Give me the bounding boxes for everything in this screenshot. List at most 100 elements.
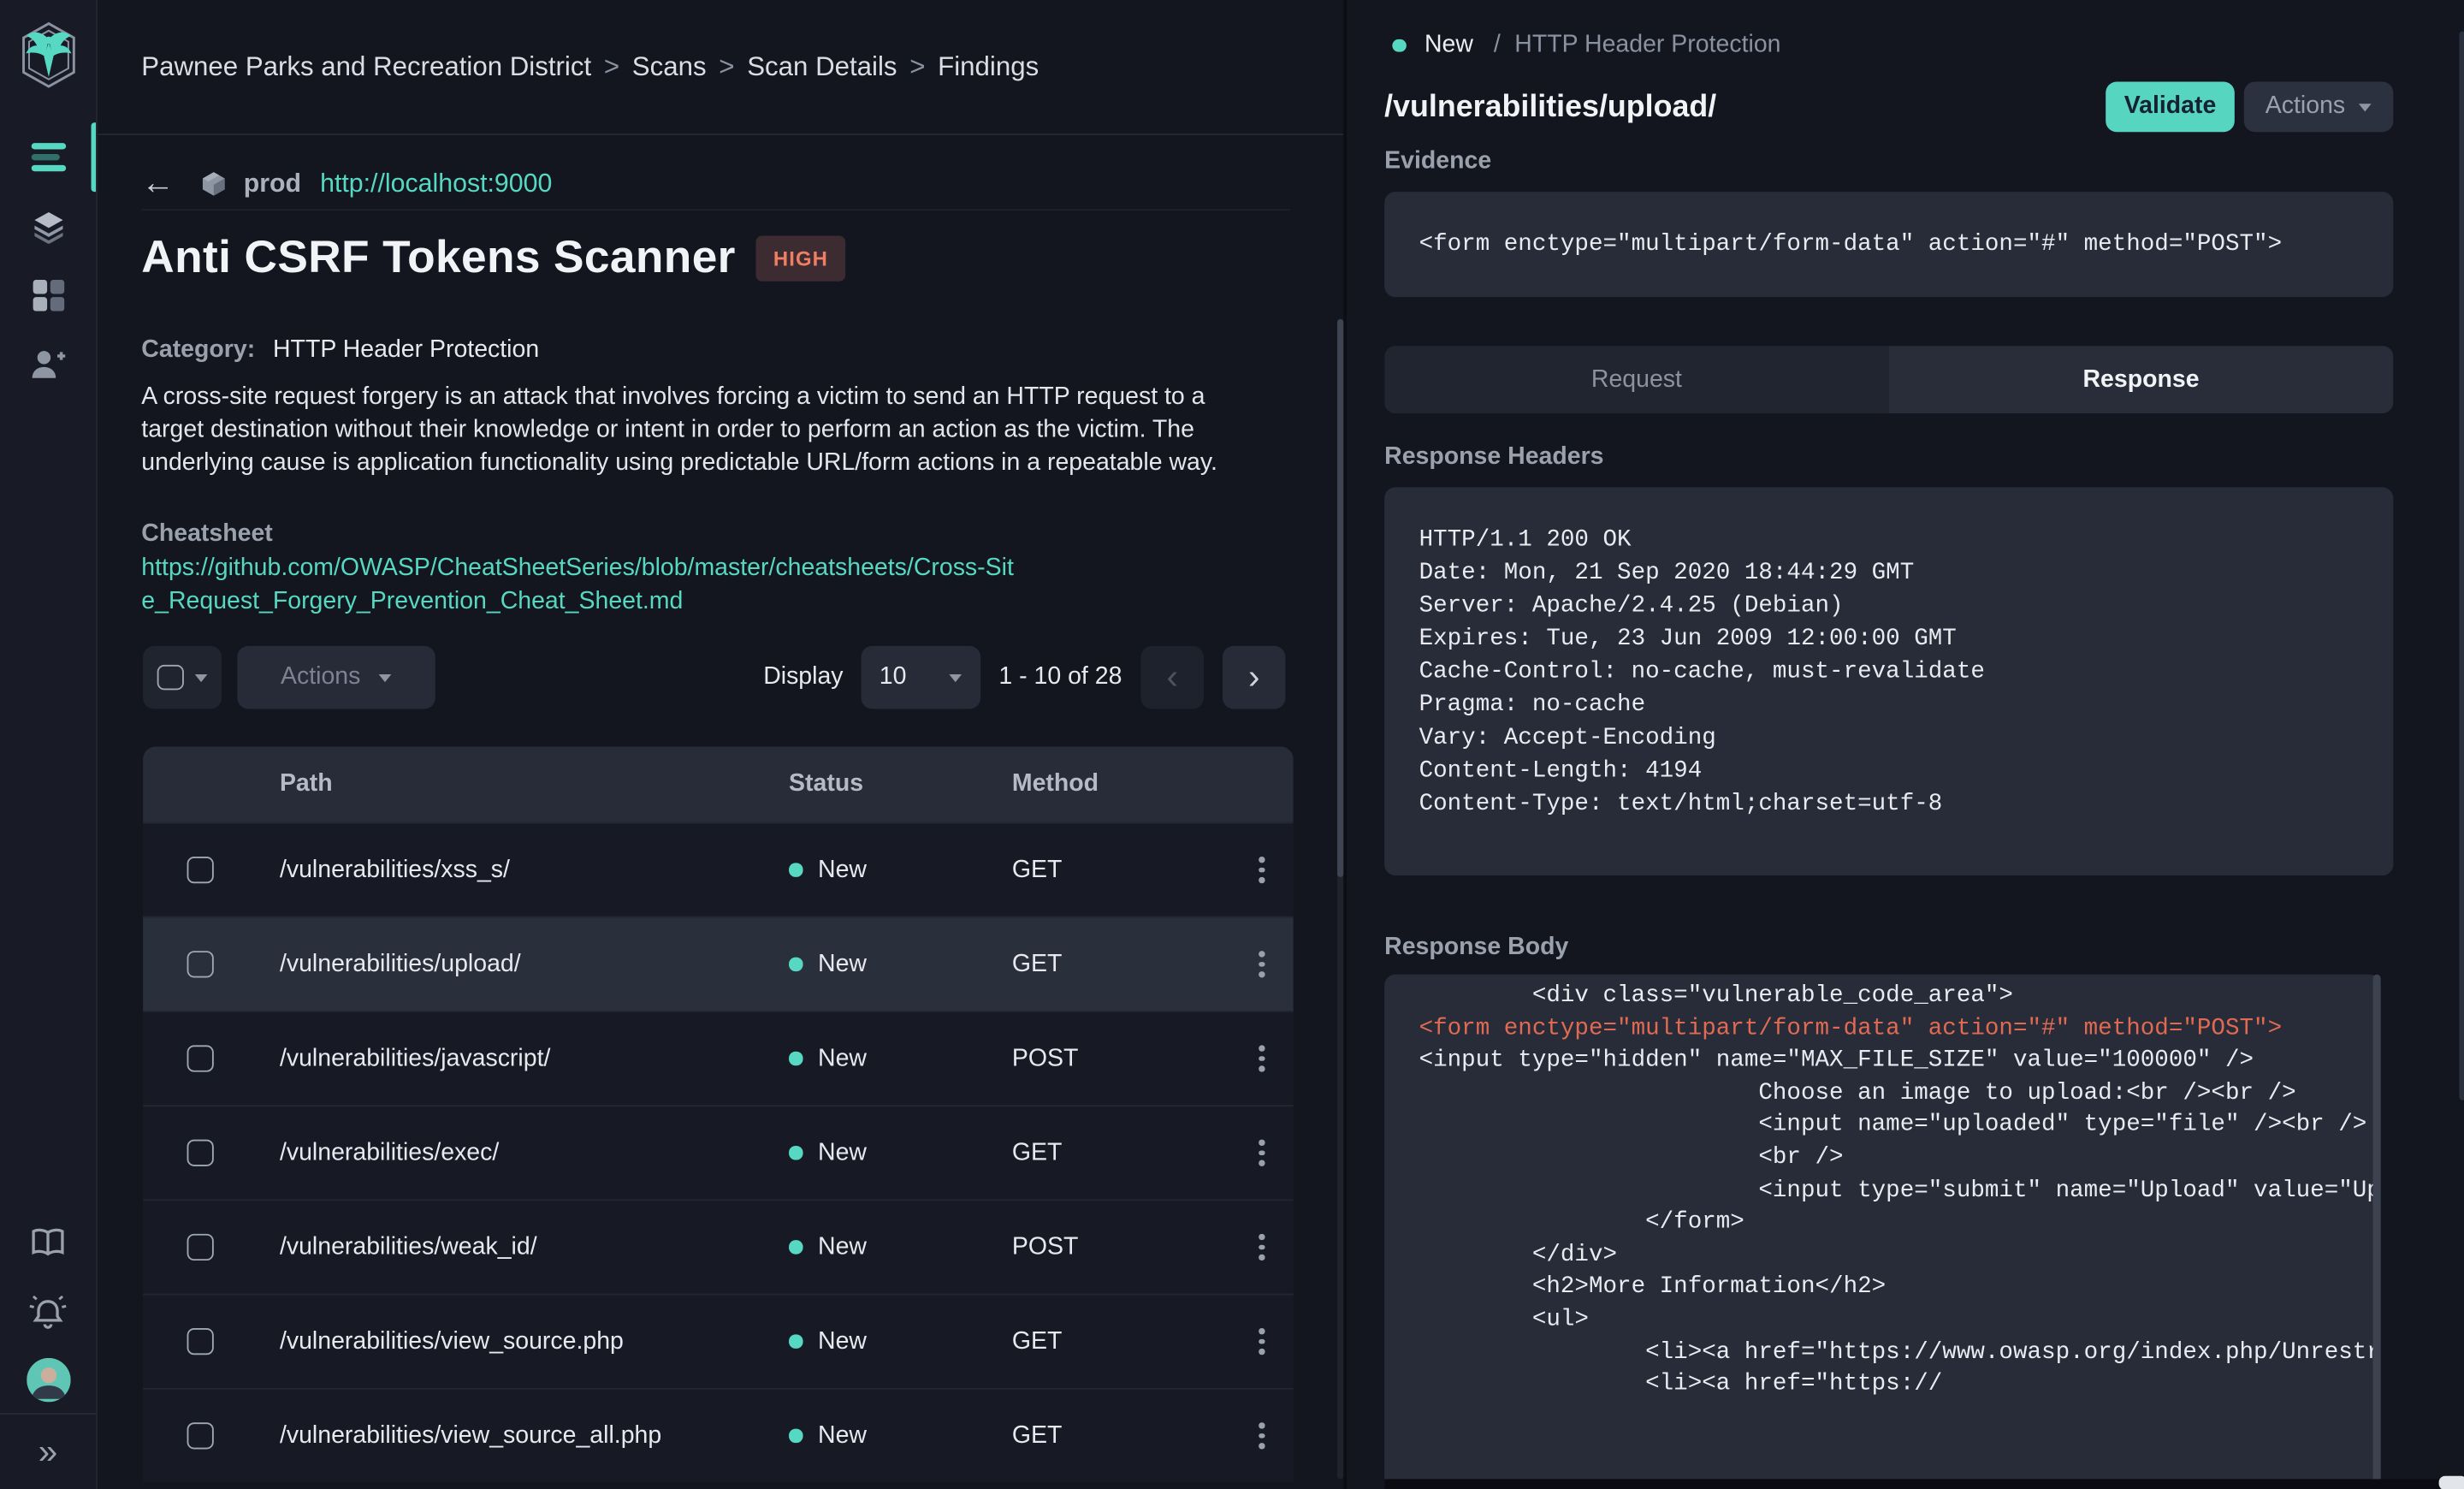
response-body-line: <li><a href="https:// [1419,1370,1943,1398]
environment-url-link[interactable]: http://localhost:9000 [320,169,552,199]
validate-button[interactable]: Validate [2106,81,2235,133]
row-path: /vulnerabilities/view_source.php [279,1327,624,1355]
column-status: Status [789,769,864,798]
row-menu-icon[interactable] [1253,1133,1271,1173]
sidebar-item-notifications[interactable] [0,1276,96,1345]
row-checkbox[interactable] [187,1045,213,1072]
sidebar-item-dashboard[interactable] [0,261,96,330]
bulk-actions-button[interactable]: Actions [237,645,435,709]
response-body-line: <li><a href="https://www.owasp.org/index… [1645,1338,2381,1366]
response-body-block: <div class="vulnerable_code_area"> <form… [1384,974,2381,1489]
next-page-button[interactable]: › [1222,645,1286,709]
table-row[interactable]: /vulnerabilities/upload/ New GET [143,916,1294,1011]
table-row[interactable]: /vulnerabilities/javascript/ New POST [143,1011,1294,1106]
response-body-line: <br /> [1419,1144,1844,1172]
table-row[interactable]: /vulnerabilities/view_source_all.php New… [143,1387,1294,1483]
row-checkbox[interactable] [187,1328,213,1355]
table-row[interactable]: /vulnerabilities/view_source.php New GET [143,1293,1294,1388]
book-icon [32,1228,64,1256]
response-body-line: <input name="uploaded" type="file" /><br… [1419,1112,2367,1139]
tab-response[interactable]: Response [1888,346,2394,414]
app-window: » Pawnee Parks and Recreation District >… [0,0,2464,1489]
breadcrumb-scans[interactable]: Scans [632,51,707,83]
sidebar-item-menu[interactable] [0,122,96,192]
row-checkbox[interactable] [187,857,213,883]
breadcrumb-findings[interactable]: Findings [938,51,1039,83]
row-menu-icon[interactable] [1253,1227,1271,1267]
status-text: New [818,1421,867,1449]
row-menu-icon[interactable] [1253,945,1271,985]
row-method: POST [1011,1232,1079,1261]
category-value: HTTP Header Protection [272,336,540,364]
response-body-line-highlighted: <form enctype="multipart/form-data" acti… [1419,1014,2283,1042]
row-method: GET [1011,856,1063,883]
scan-findings-panel: Pawnee Parks and Recreation District > S… [97,0,1344,1489]
row-checkbox[interactable] [187,1234,213,1261]
status-text: New [818,856,867,883]
status-dot [789,1429,803,1443]
previous-page-button[interactable]: ‹ [1140,645,1204,709]
response-body-line: </form> [1419,1208,1744,1236]
right-panel-scrollbar[interactable] [2459,31,2464,1100]
page-size-select[interactable]: 10 [860,645,980,709]
status-text: New [818,1327,867,1355]
row-method: GET [1011,1421,1063,1449]
evidence-block: <form enctype="multipart/form-data" acti… [1384,192,2394,298]
response-body-line: <h2>More Information</h2> [1419,1273,1886,1301]
response-body-line: <input type="hidden" name="MAX_FILE_SIZE… [1419,1047,2254,1074]
row-checkbox[interactable] [187,1422,213,1450]
breadcrumb: Pawnee Parks and Recreation District > S… [97,0,1344,135]
row-menu-icon[interactable] [1253,1039,1271,1079]
row-checkbox[interactable] [187,951,213,977]
sidebar-item-profile[interactable] [0,1345,96,1415]
select-all-button[interactable] [143,645,222,709]
table-row[interactable]: /vulnerabilities/xss_s/ New GET [143,822,1294,917]
scanner-title-row: Anti CSRF Tokens Scanner HIGH [141,233,846,285]
status-dot [789,863,803,877]
response-body-line: <ul> [1419,1306,1589,1333]
collapse-chevrons-icon[interactable]: » [38,1434,57,1469]
response-body-scrollbar[interactable] [2372,974,2381,1489]
breadcrumb-separator: > [603,50,620,81]
dashboard-grid-icon [32,279,64,311]
phoenix-logo-icon[interactable] [17,21,80,90]
row-method: GET [1011,1327,1063,1355]
menu-icon [30,143,66,171]
breadcrumb-org[interactable]: Pawnee Parks and Recreation District [141,51,591,83]
table-row[interactable]: /vulnerabilities/weak_id/ New POST [143,1199,1294,1294]
status-dot [789,1334,803,1349]
row-menu-icon[interactable] [1253,850,1271,890]
status-text: New [818,950,867,977]
finding-status: New [1424,31,1473,58]
sidebar-item-docs[interactable] [0,1208,96,1278]
finding-actions-button[interactable]: Actions [2243,81,2394,133]
row-path: /vulnerabilities/weak_id/ [279,1232,537,1261]
pagination-range: 1 - 10 of 28 [998,663,1122,691]
response-body-line: </div> [1419,1241,1618,1268]
back-arrow-icon[interactable]: ← [141,165,175,203]
horizontal-scroll-thumb[interactable] [2438,1475,2464,1489]
row-method: GET [1011,1138,1063,1166]
status-dot [789,958,803,971]
response-header-line: Vary: Accept-Encoding [1419,724,1716,751]
table-header: Path Status Method [143,746,1294,822]
status-text: New [818,1044,867,1071]
row-menu-icon[interactable] [1253,1321,1271,1361]
breadcrumb-scan-details[interactable]: Scan Details [747,51,897,83]
tab-request[interactable]: Request [1384,346,1889,414]
row-checkbox[interactable] [187,1140,213,1166]
select-all-checkbox [157,664,184,691]
cheatsheet-link[interactable]: https://github.com/OWASP/CheatSheetSerie… [141,554,1015,618]
status-dot [1392,39,1406,53]
scrollbar-thumb[interactable] [1337,318,1343,877]
horizontal-scroll-track[interactable] [1384,1479,2464,1489]
row-menu-icon[interactable] [1253,1416,1271,1456]
sidebar-item-add-user[interactable] [0,330,96,400]
left-panel-scrollbar[interactable] [1337,318,1343,1480]
evidence-code: <form enctype="multipart/form-data" acti… [1419,230,2283,258]
table-row[interactable]: /vulnerabilities/exec/ New GET [143,1105,1294,1200]
row-path: /vulnerabilities/javascript/ [279,1044,551,1071]
category-row: Category: HTTP Header Protection [141,336,539,365]
environment-row: ← prod http://localhost:9000 [141,159,1290,211]
sidebar-item-layers[interactable] [0,192,96,261]
